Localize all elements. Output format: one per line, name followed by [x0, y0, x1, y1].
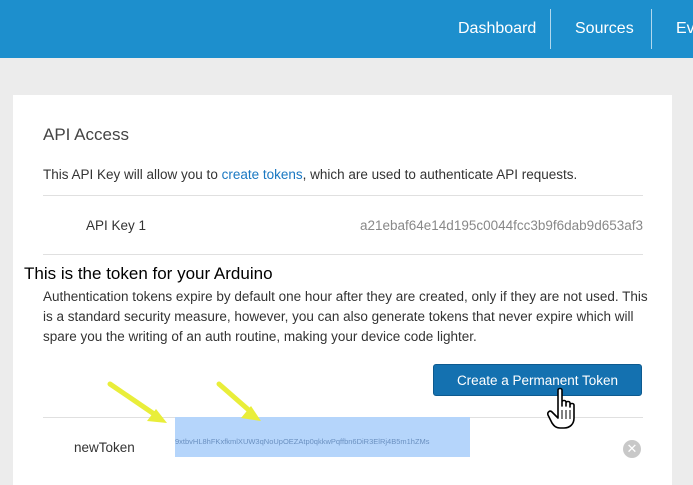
- api-access-panel: API Access This API Key will allow you t…: [13, 95, 672, 485]
- divider: [43, 254, 643, 255]
- annotation-text: This is the token for your Arduino: [24, 264, 273, 283]
- api-intro-text: This API Key will allow you to create to…: [43, 167, 577, 182]
- divider: [43, 195, 643, 196]
- create-permanent-token-button[interactable]: Create a Permanent Token: [433, 364, 642, 396]
- api-key-value: a21ebaf64e14d195c0044fcc3b9f6dab9d653af3: [359, 218, 643, 233]
- token-label: newToken: [74, 440, 135, 455]
- page-title: API Access: [43, 125, 129, 144]
- auth-tokens-description: Authentication tokens expire by default …: [43, 289, 648, 344]
- nav-events-link[interactable]: Eve: [676, 0, 693, 58]
- token-value-field[interactable]: 9xtbvHL8hFKxfkmlXUW3qNoUpOEZAtp0qkkwPqff…: [175, 417, 470, 457]
- nav-divider: [550, 9, 551, 49]
- create-tokens-link[interactable]: create tokens: [222, 167, 303, 182]
- nav-dashboard-link[interactable]: Dashboard: [458, 0, 536, 58]
- nav-divider: [651, 9, 652, 49]
- clear-token-icon[interactable]: ✕: [623, 440, 641, 458]
- top-nav-bar: Dashboard Sources Eve: [0, 0, 693, 58]
- api-key-label: API Key 1: [86, 218, 147, 233]
- intro-text-start: This API Key will allow you to: [43, 167, 222, 182]
- nav-sources-link[interactable]: Sources: [575, 0, 634, 58]
- intro-text-end: , which are used to authenticate API req…: [302, 167, 578, 182]
